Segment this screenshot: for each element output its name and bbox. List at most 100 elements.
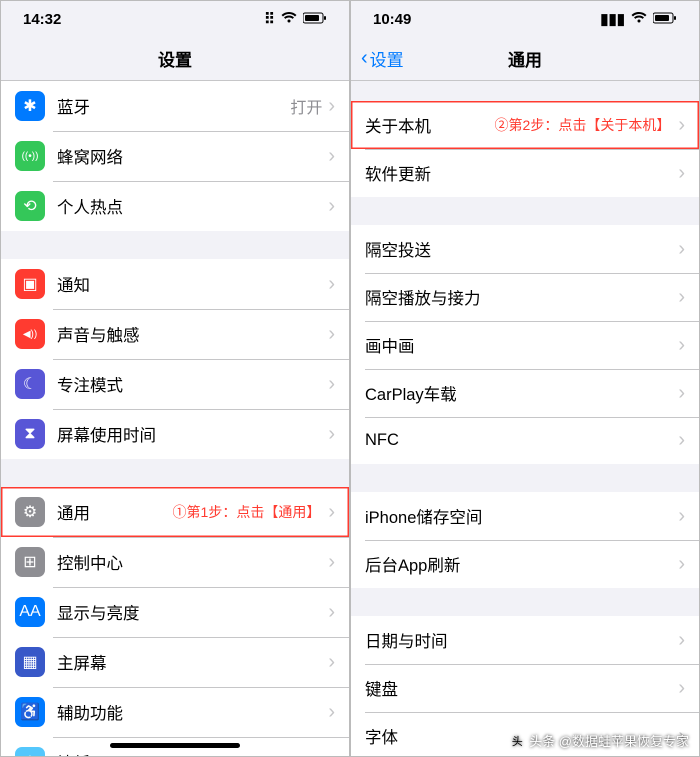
settings-row-control-center[interactable]: ⊞ 控制中心› <box>1 537 349 587</box>
general-group: 隔空投送›隔空播放与接力›画中画›CarPlay车载›NFC› <box>351 225 699 464</box>
chevron-right-icon: › <box>328 423 335 446</box>
status-indicators: ▮▮▮ <box>600 10 677 28</box>
row-label: 键盘 <box>365 676 678 700</box>
row-label: 蜂窝网络 <box>57 144 328 168</box>
settings-row-home-screen[interactable]: ▦ 主屏幕› <box>1 637 349 687</box>
row-label: 屏幕使用时间 <box>57 422 328 446</box>
settings-group: ⚙通用①第1步：点击【通用】›⊞控制中心›AA显示与亮度›▦主屏幕›♿辅助功能›… <box>1 487 349 756</box>
settings-row-hotspot[interactable]: ⟲个人热点› <box>1 181 349 231</box>
chevron-right-icon: › <box>678 238 685 261</box>
row-label: 控制中心 <box>57 550 328 574</box>
chevron-right-icon: › <box>678 429 685 452</box>
back-label: 设置 <box>370 46 404 71</box>
focus-icon: ☾ <box>15 369 45 399</box>
general-row[interactable]: 关于本机②第2步：点击【关于本机】 › <box>351 101 699 149</box>
chevron-right-icon: › <box>328 195 335 218</box>
home-indicator[interactable] <box>110 743 240 748</box>
row-label: 关于本机 <box>365 113 495 137</box>
settings-row-general[interactable]: ⚙通用①第1步：点击【通用】› <box>1 487 349 537</box>
settings-row-screentime[interactable]: ⧗屏幕使用时间› <box>1 409 349 459</box>
settings-row-focus[interactable]: ☾专注模式› <box>1 359 349 409</box>
settings-group: ▣通知›◀))声音与触感›☾专注模式›⧗屏幕使用时间› <box>1 259 349 459</box>
chevron-right-icon: › <box>328 701 335 724</box>
general-row[interactable]: 隔空播放与接力› <box>351 273 699 321</box>
general-row[interactable]: NFC› <box>351 417 699 464</box>
general-list[interactable]: 关于本机②第2步：点击【关于本机】›软件更新›隔空投送›隔空播放与接力›画中画›… <box>351 81 699 756</box>
control-center-icon: ⊞ <box>15 547 45 577</box>
row-label: 画中画 <box>365 333 678 357</box>
wallpaper-icon: ❀ <box>15 747 45 756</box>
row-label: 主屏幕 <box>57 650 328 674</box>
wifi-icon <box>281 11 297 28</box>
watermark: 头 头条 @数据蛙苹果恢复专家 <box>509 731 689 750</box>
row-label: 声音与触感 <box>57 322 328 346</box>
phone-right: 10:49 ▮▮▮ ‹ 设置 通用 关于本机②第2步：点击【关于本机】›软件更新… <box>350 0 700 757</box>
bluetooth-icon: ✱ <box>15 91 45 121</box>
row-label: iPhone储存空间 <box>365 504 678 528</box>
chevron-right-icon: › <box>328 501 335 524</box>
general-row[interactable]: CarPlay车载› <box>351 369 699 417</box>
cellular-icon: ((•)) <box>15 141 45 171</box>
row-label: 软件更新 <box>365 161 678 185</box>
row-label: 日期与时间 <box>365 628 678 652</box>
general-row[interactable]: 日期与时间› <box>351 616 699 664</box>
row-label: 隔空播放与接力 <box>365 285 678 309</box>
row-label: 蓝牙 <box>57 94 290 118</box>
row-label: 专注模式 <box>57 372 328 396</box>
settings-row-notifications[interactable]: ▣通知› <box>1 259 349 309</box>
step-annotation: ①第1步：点击【通用】 <box>173 502 321 522</box>
battery-icon <box>653 11 677 28</box>
general-row[interactable]: 画中画› <box>351 321 699 369</box>
step-annotation: ②第2步：点击【关于本机】 <box>495 115 671 135</box>
status-indicators: ⠿ <box>264 10 327 28</box>
phone-left: 14:32 ⠿ 设置 ✱蓝牙打开›((•))蜂窝网络›⟲个人热点›▣通知›◀))… <box>0 0 350 757</box>
settings-row-sound[interactable]: ◀)) 声音与触感› <box>1 309 349 359</box>
battery-icon <box>303 11 327 28</box>
row-label: CarPlay车载 <box>365 381 678 405</box>
sound-icon: ◀)) <box>15 319 45 349</box>
chevron-right-icon: › <box>678 677 685 700</box>
notifications-icon: ▣ <box>15 269 45 299</box>
settings-list[interactable]: ✱蓝牙打开›((•))蜂窝网络›⟲个人热点›▣通知›◀))声音与触感›☾专注模式… <box>1 81 349 756</box>
settings-row-accessibility[interactable]: ♿ 辅助功能› <box>1 687 349 737</box>
chevron-right-icon: › <box>328 95 335 118</box>
general-row[interactable]: 软件更新› <box>351 149 699 197</box>
chevron-right-icon: › <box>678 334 685 357</box>
row-detail: 打开 <box>290 94 322 118</box>
chevron-right-icon: › <box>678 553 685 576</box>
general-group: iPhone储存空间›后台App刷新› <box>351 492 699 588</box>
chevron-right-icon: › <box>678 114 685 137</box>
row-label: 隔空投送 <box>365 237 678 261</box>
settings-row-display[interactable]: AA显示与亮度› <box>1 587 349 637</box>
chevron-right-icon: › <box>328 551 335 574</box>
general-row[interactable]: 键盘› <box>351 664 699 712</box>
general-row[interactable]: iPhone储存空间› <box>351 492 699 540</box>
row-label: 通用 <box>57 500 173 524</box>
header: 设置 <box>1 37 349 81</box>
row-label: 通知 <box>57 272 328 296</box>
watermark-icon: 头 <box>509 733 525 749</box>
signal-icon: ▮▮▮ <box>600 10 625 28</box>
settings-row-cellular[interactable]: ((•)) 蜂窝网络› <box>1 131 349 181</box>
cellular-icon: ⠿ <box>264 10 275 28</box>
chevron-right-icon: › <box>328 601 335 624</box>
chevron-right-icon: › <box>678 505 685 528</box>
row-label: 辅助功能 <box>57 700 328 724</box>
row-label: 墙纸 <box>57 750 328 756</box>
general-row[interactable]: 后台App刷新› <box>351 540 699 588</box>
hotspot-icon: ⟲ <box>15 191 45 221</box>
accessibility-icon: ♿ <box>15 697 45 727</box>
chevron-right-icon: › <box>328 651 335 674</box>
chevron-right-icon: › <box>328 145 335 168</box>
row-label: 后台App刷新 <box>365 552 678 576</box>
page-title: 设置 <box>158 46 192 71</box>
home-screen-icon: ▦ <box>15 647 45 677</box>
general-row[interactable]: 隔空投送› <box>351 225 699 273</box>
chevron-right-icon: › <box>328 323 335 346</box>
settings-row-bluetooth[interactable]: ✱ 蓝牙打开 › <box>1 81 349 131</box>
back-button[interactable]: ‹ 设置 <box>361 46 404 71</box>
chevron-right-icon: › <box>678 286 685 309</box>
watermark-text: 头条 @数据蛙苹果恢复专家 <box>529 731 689 750</box>
chevron-right-icon: › <box>678 382 685 405</box>
row-label: NFC <box>365 431 678 450</box>
